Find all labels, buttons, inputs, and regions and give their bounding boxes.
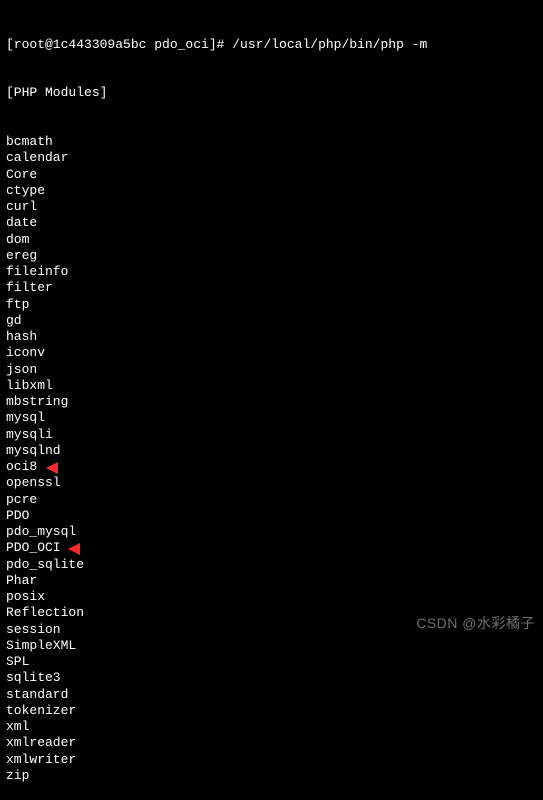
module-line: filter — [6, 280, 537, 296]
module-line: PDO_OCI — [6, 540, 537, 556]
highlight-arrow-icon — [66, 542, 114, 556]
module-line: mysql — [6, 410, 537, 426]
module-line: mysqli — [6, 427, 537, 443]
module-line: sqlite3 — [6, 670, 537, 686]
module-line: pdo_mysql — [6, 524, 537, 540]
module-line: date — [6, 215, 537, 231]
module-line: posix — [6, 589, 537, 605]
module-line: PDO — [6, 508, 537, 524]
module-line: curl — [6, 199, 537, 215]
module-line: SPL — [6, 654, 537, 670]
module-line: xml — [6, 719, 537, 735]
module-line: zip — [6, 768, 537, 784]
module-line: mbstring — [6, 394, 537, 410]
module-line: SimpleXML — [6, 638, 537, 654]
highlight-arrow-icon — [44, 461, 92, 475]
module-line: pcre — [6, 492, 537, 508]
watermark: CSDN @水彩橘子 — [416, 615, 535, 633]
module-line: standard — [6, 687, 537, 703]
prompt-line: [root@1c443309a5bc pdo_oci]# /usr/local/… — [6, 37, 537, 53]
module-line: bcmath — [6, 134, 537, 150]
module-line: fileinfo — [6, 264, 537, 280]
module-line: json — [6, 362, 537, 378]
module-line: Core — [6, 167, 537, 183]
terminal-output: [root@1c443309a5bc pdo_oci]# /usr/local/… — [6, 4, 537, 800]
module-line: pdo_sqlite — [6, 557, 537, 573]
module-line: xmlreader — [6, 735, 537, 751]
module-line: Phar — [6, 573, 537, 589]
section-header: [PHP Modules] — [6, 85, 537, 101]
module-line: calendar — [6, 150, 537, 166]
module-line: openssl — [6, 475, 537, 491]
command-text: /usr/local/php/bin/php -m — [232, 37, 427, 53]
module-line: gd — [6, 313, 537, 329]
module-line: tokenizer — [6, 703, 537, 719]
module-line: mysqlnd — [6, 443, 537, 459]
module-list: bcmathcalendarCorectypecurldatedomeregfi… — [6, 134, 537, 784]
module-line: ctype — [6, 183, 537, 199]
module-line: libxml — [6, 378, 537, 394]
module-line: iconv — [6, 345, 537, 361]
module-line: hash — [6, 329, 537, 345]
module-line: dom — [6, 232, 537, 248]
shell-prompt: [root@1c443309a5bc pdo_oci]# — [6, 37, 232, 53]
module-line: oci8 — [6, 459, 537, 475]
module-line: ftp — [6, 297, 537, 313]
module-line: xmlwriter — [6, 752, 537, 768]
module-line: ereg — [6, 248, 537, 264]
